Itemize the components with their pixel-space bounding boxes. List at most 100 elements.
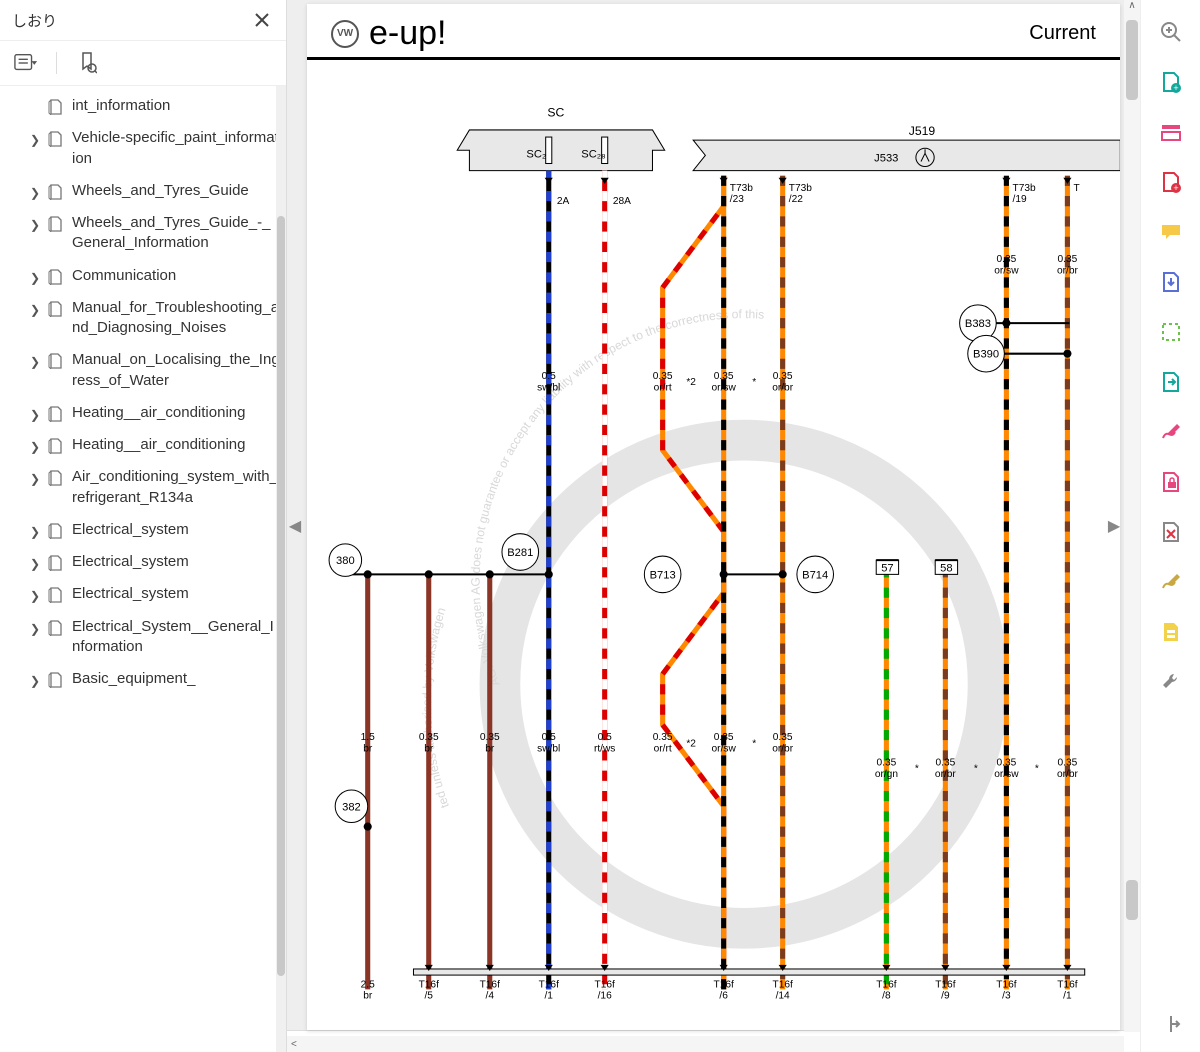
svg-text:0.35or/gn: 0.35or/gn bbox=[875, 758, 898, 780]
sidebar-item[interactable]: ❯Manual_for_Troubleshooting_and_Diagnosi… bbox=[0, 292, 286, 345]
svg-text:*: * bbox=[752, 738, 756, 749]
svg-text:+: + bbox=[1173, 183, 1178, 193]
svg-text:B713: B713 bbox=[650, 569, 676, 581]
svg-text:57: 57 bbox=[881, 562, 893, 574]
chevron-right-icon[interactable]: ❯ bbox=[30, 270, 40, 286]
chevron-right-icon[interactable]: ❯ bbox=[30, 132, 40, 148]
bookmarks-tree[interactable]: int_information❯Vehicle-specific_paint_i… bbox=[0, 86, 286, 1052]
document-title: e-up! bbox=[369, 14, 447, 53]
sidebar-item[interactable]: int_information bbox=[0, 90, 286, 122]
svg-text:*: * bbox=[915, 764, 919, 775]
chevron-right-icon[interactable]: ❯ bbox=[30, 471, 40, 487]
chevron-right-icon[interactable]: ❯ bbox=[30, 407, 40, 423]
chevron-right-icon[interactable]: ❯ bbox=[30, 588, 40, 604]
svg-text:*: * bbox=[1035, 764, 1039, 775]
zoom-icon[interactable] bbox=[1157, 18, 1185, 46]
sidebar-item[interactable]: ❯ Manual_on_Localising_the_Ingress_of_Wat… bbox=[0, 344, 286, 397]
pdf-export-icon[interactable] bbox=[1157, 368, 1185, 396]
svg-text:0.35or/br: 0.35or/br bbox=[935, 758, 957, 780]
document-area: ◀ ▶ ∧ VW e-up! Current AG. Volkswagen bbox=[287, 0, 1140, 1052]
comment-icon[interactable] bbox=[1157, 218, 1185, 246]
form-icon[interactable] bbox=[1157, 618, 1185, 646]
svg-text:T16f/9: T16f/9 bbox=[935, 979, 956, 1001]
document-icon bbox=[48, 131, 64, 147]
document-icon bbox=[48, 269, 64, 285]
chevron-right-icon[interactable]: ❯ bbox=[30, 439, 40, 455]
svg-text:0.5sw/bl: 0.5sw/bl bbox=[537, 371, 560, 393]
svg-text:380: 380 bbox=[336, 555, 355, 567]
sidebar-item[interactable]: ❯Electrical_system bbox=[0, 514, 286, 546]
svg-text:0.35or/br: 0.35or/br bbox=[1057, 254, 1079, 276]
sidebar-item[interactable]: ❯Wheels_and_Tyres_Guide bbox=[0, 175, 286, 207]
delete-page-icon[interactable] bbox=[1157, 518, 1185, 546]
collapse-left-icon[interactable]: ◀ bbox=[287, 496, 303, 556]
pdf-add-icon[interactable]: + bbox=[1157, 168, 1185, 196]
collapse-right-icon[interactable]: ▶ bbox=[1106, 496, 1122, 556]
right-toolbar: + + bbox=[1140, 0, 1200, 1052]
sidebar-title: しおり bbox=[12, 10, 57, 31]
svg-text:58: 58 bbox=[940, 562, 952, 574]
sidebar-item[interactable]: ❯Communication bbox=[0, 260, 286, 292]
pdf-down-icon[interactable] bbox=[1157, 268, 1185, 296]
close-icon[interactable] bbox=[250, 8, 274, 32]
layout-icon[interactable] bbox=[1157, 118, 1185, 146]
sidebar-item-label: Basic_equipment_ bbox=[72, 669, 280, 689]
label-j533: J533 bbox=[874, 152, 898, 164]
svg-text:0.35or/rt: 0.35or/rt bbox=[653, 732, 673, 754]
sidebar-item[interactable]: ❯Electrical_system bbox=[0, 578, 286, 610]
chevron-right-icon[interactable]: ❯ bbox=[30, 217, 40, 233]
svg-text:T73b/23: T73b/23 bbox=[730, 183, 754, 205]
sidebar-item[interactable]: ❯ Electrical_system bbox=[0, 546, 286, 578]
bookmark-ribbon-icon[interactable] bbox=[75, 51, 99, 75]
document-icon bbox=[48, 216, 64, 232]
sidebar-item[interactable]: ❯Heating__air_conditioning bbox=[0, 397, 286, 429]
sidebar-item[interactable]: ❯Wheels_and_Tyres_Guide_-_General_Inform… bbox=[0, 207, 286, 260]
sidebar-item[interactable]: ❯Vehicle-specific_paint_information bbox=[0, 122, 286, 175]
svg-text:B281: B281 bbox=[507, 547, 533, 559]
svg-text:0.35or/sw: 0.35or/sw bbox=[994, 254, 1019, 276]
document-icon bbox=[48, 523, 64, 539]
chevron-right-icon[interactable]: ❯ bbox=[30, 673, 40, 689]
sidebar-item-label: Electrical_system bbox=[72, 552, 280, 572]
chevron-right-icon[interactable]: ❯ bbox=[30, 556, 40, 572]
label-sc: SC bbox=[547, 106, 564, 120]
svg-text:0.35or/br: 0.35or/br bbox=[772, 371, 794, 393]
sidebar-item-label: Manual_on_Localising_the_Ingress_of_Wate… bbox=[72, 350, 280, 391]
wiring-diagram: AG. Volkswagen AG does not guarantee or … bbox=[307, 74, 1120, 1030]
chevron-right-icon[interactable]: ❯ bbox=[30, 621, 40, 637]
document-icon bbox=[48, 301, 64, 317]
outline-options-icon[interactable] bbox=[14, 51, 38, 75]
sidebar-item-label: Heating__air_conditioning bbox=[72, 435, 280, 455]
svg-text:0.35or/sw: 0.35or/sw bbox=[712, 371, 737, 393]
svg-text:T73b/19: T73b/19 bbox=[1013, 183, 1037, 205]
chevron-right-icon[interactable]: ❯ bbox=[30, 185, 40, 201]
edit-icon[interactable] bbox=[1157, 568, 1185, 596]
chevron-right-icon[interactable]: ❯ bbox=[30, 354, 40, 370]
chevron-right-icon[interactable]: ❯ bbox=[30, 302, 40, 318]
vertical-scrollbar[interactable]: ∧ bbox=[1124, 0, 1140, 1032]
corner-text: Current bbox=[1029, 22, 1096, 45]
svg-text:*: * bbox=[974, 764, 978, 775]
sidebar-item-label: Air_conditioning_system_with_refrigerant… bbox=[72, 467, 280, 508]
sidebar-item[interactable]: ❯ Basic_equipment_ bbox=[0, 663, 286, 695]
svg-text:T16f/3: T16f/3 bbox=[996, 979, 1017, 1001]
document-icon bbox=[48, 353, 64, 369]
sidebar-scrollbar[interactable] bbox=[276, 86, 286, 1052]
svg-text:*: * bbox=[752, 377, 756, 388]
expand-icon[interactable] bbox=[1157, 1010, 1185, 1038]
chevron-right-icon[interactable]: ❯ bbox=[30, 524, 40, 540]
sidebar-item[interactable]: ❯Electrical_System__General_Information bbox=[0, 611, 286, 664]
crop-icon[interactable] bbox=[1157, 318, 1185, 346]
svg-text:B714: B714 bbox=[802, 569, 828, 581]
svg-text:ted unless authorised by Volks: ted unless authorised by Volkswagen bbox=[420, 606, 452, 810]
sidebar-item[interactable]: ❯ Air_conditioning_system_with_refrigeran… bbox=[0, 461, 286, 514]
security-icon[interactable] bbox=[1157, 468, 1185, 496]
document-icon bbox=[48, 406, 64, 422]
horizontal-scrollbar[interactable] bbox=[287, 1036, 1124, 1052]
svg-text:0.35or/rt: 0.35or/rt bbox=[653, 371, 673, 393]
page-add-icon[interactable]: + bbox=[1157, 68, 1185, 96]
sidebar-item[interactable]: ❯ Heating__air_conditioning bbox=[0, 429, 286, 461]
sign-icon[interactable] bbox=[1157, 418, 1185, 446]
svg-text:T16f/14: T16f/14 bbox=[772, 979, 793, 1001]
tools-icon[interactable] bbox=[1157, 668, 1185, 696]
